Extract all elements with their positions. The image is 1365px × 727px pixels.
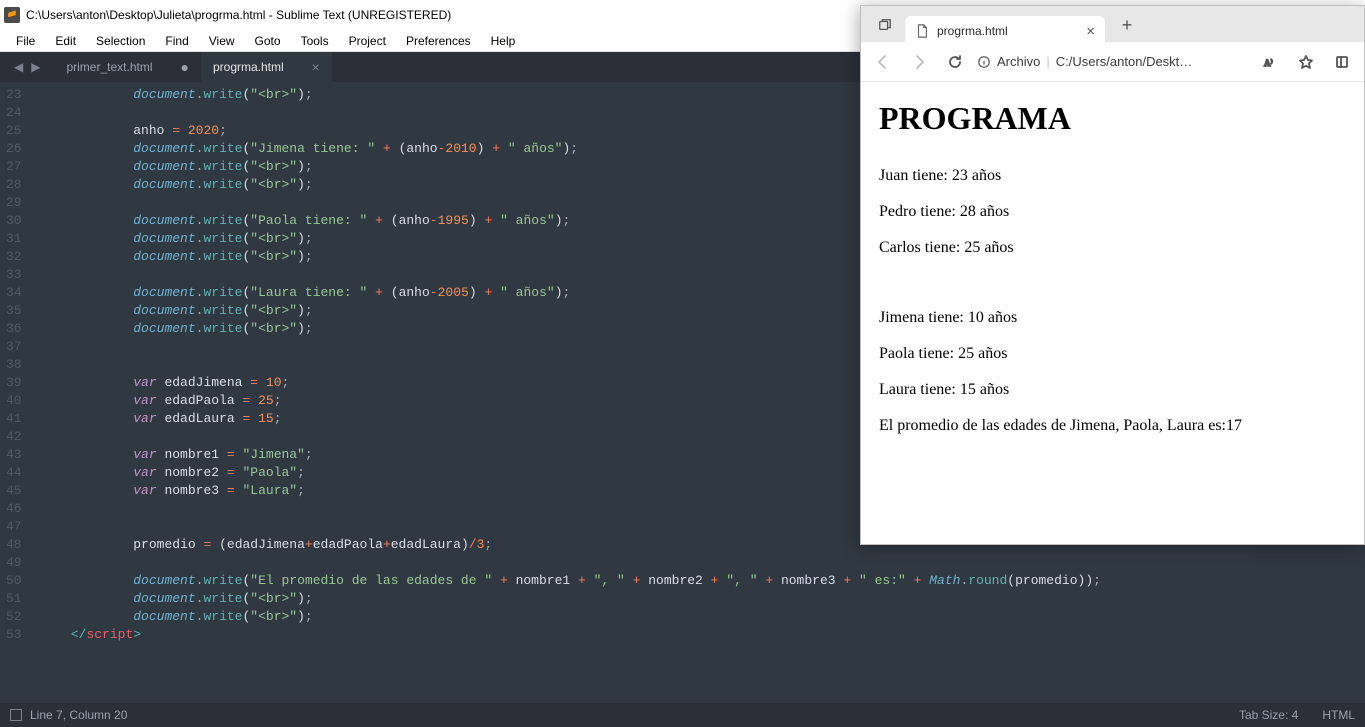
favorites-button[interactable]: [1288, 44, 1324, 80]
file-tab-label: progrma.html: [213, 60, 284, 74]
status-position: Line 7, Column 20: [30, 708, 127, 722]
panel-switch-icon[interactable]: [10, 709, 22, 721]
file-tab-label: primer_text.html: [66, 60, 152, 74]
tab-forward-icon[interactable]: ▶: [27, 60, 44, 74]
browser-viewport: PROGRAMA Juan tiene: 23 años Pedro tiene:…: [861, 82, 1364, 471]
menu-project[interactable]: Project: [339, 32, 396, 50]
statusbar: Line 7, Column 20 Tab Size: 4 HTML: [0, 703, 1365, 727]
collections-button[interactable]: [1324, 44, 1360, 80]
close-icon[interactable]: ×: [1086, 23, 1095, 40]
status-tabsize[interactable]: Tab Size: 4: [1239, 708, 1298, 722]
sublime-app-icon: [4, 7, 20, 23]
page-output-line: Carlos tiene: 25 años: [879, 239, 1346, 257]
menu-view[interactable]: View: [199, 32, 245, 50]
tab-back-icon[interactable]: ◀: [10, 60, 27, 74]
address-bar[interactable]: Archivo | C:/Users/anton/Deskt…: [973, 54, 1252, 69]
page-output-line: Pedro tiene: 28 años: [879, 203, 1346, 221]
browser-tabstrip: progrma.html × +: [861, 6, 1364, 42]
page-output-line: Paola tiene: 25 años: [879, 345, 1346, 363]
close-icon[interactable]: [312, 59, 320, 75]
browser-tab[interactable]: progrma.html ×: [905, 16, 1105, 46]
refresh-button[interactable]: [937, 44, 973, 80]
page-average-line: El promedio de las edades de Jimena, Pao…: [879, 417, 1346, 435]
menu-find[interactable]: Find: [155, 32, 198, 50]
back-button[interactable]: [865, 44, 901, 80]
page-heading: PROGRAMA: [879, 100, 1346, 137]
page-output-line: Jimena tiene: 10 años: [879, 309, 1346, 327]
line-gutter: 2324252627282930313233343536373839404142…: [0, 82, 34, 703]
svg-text:A⁾: A⁾: [1264, 58, 1273, 68]
page-output-line: Juan tiene: 23 años: [879, 167, 1346, 185]
page-icon: [915, 24, 929, 38]
forward-button[interactable]: [901, 44, 937, 80]
browser-tab-title: progrma.html: [937, 24, 1008, 38]
menu-file[interactable]: File: [6, 32, 45, 50]
tab-actions-icon[interactable]: [873, 13, 897, 37]
menu-edit[interactable]: Edit: [45, 32, 86, 50]
site-info-icon[interactable]: [977, 55, 991, 69]
read-aloud-button[interactable]: A⁾: [1252, 44, 1288, 80]
page-output-line: Laura tiene: 15 años: [879, 381, 1346, 399]
sublime-title: C:\Users\anton\Desktop\Julieta\progrma.h…: [26, 8, 451, 22]
file-tab[interactable]: progrma.html: [201, 52, 332, 82]
tab-nav-arrows[interactable]: ◀ ▶: [0, 52, 54, 82]
menu-help[interactable]: Help: [481, 32, 526, 50]
new-tab-button[interactable]: +: [1113, 15, 1141, 36]
browser-window: progrma.html × + Archivo | C:/Users/anto…: [860, 5, 1365, 545]
status-language[interactable]: HTML: [1322, 708, 1355, 722]
unsaved-dot-icon[interactable]: [181, 59, 189, 75]
menu-selection[interactable]: Selection: [86, 32, 155, 50]
addr-path: C:/Users/anton/Deskt…: [1056, 54, 1193, 69]
menu-goto[interactable]: Goto: [245, 32, 291, 50]
browser-toolbar: Archivo | C:/Users/anton/Deskt… A⁾: [861, 42, 1364, 82]
file-tab[interactable]: primer_text.html: [54, 52, 201, 82]
addr-scheme: Archivo: [997, 54, 1040, 69]
menu-tools[interactable]: Tools: [291, 32, 339, 50]
menu-preferences[interactable]: Preferences: [396, 32, 481, 50]
